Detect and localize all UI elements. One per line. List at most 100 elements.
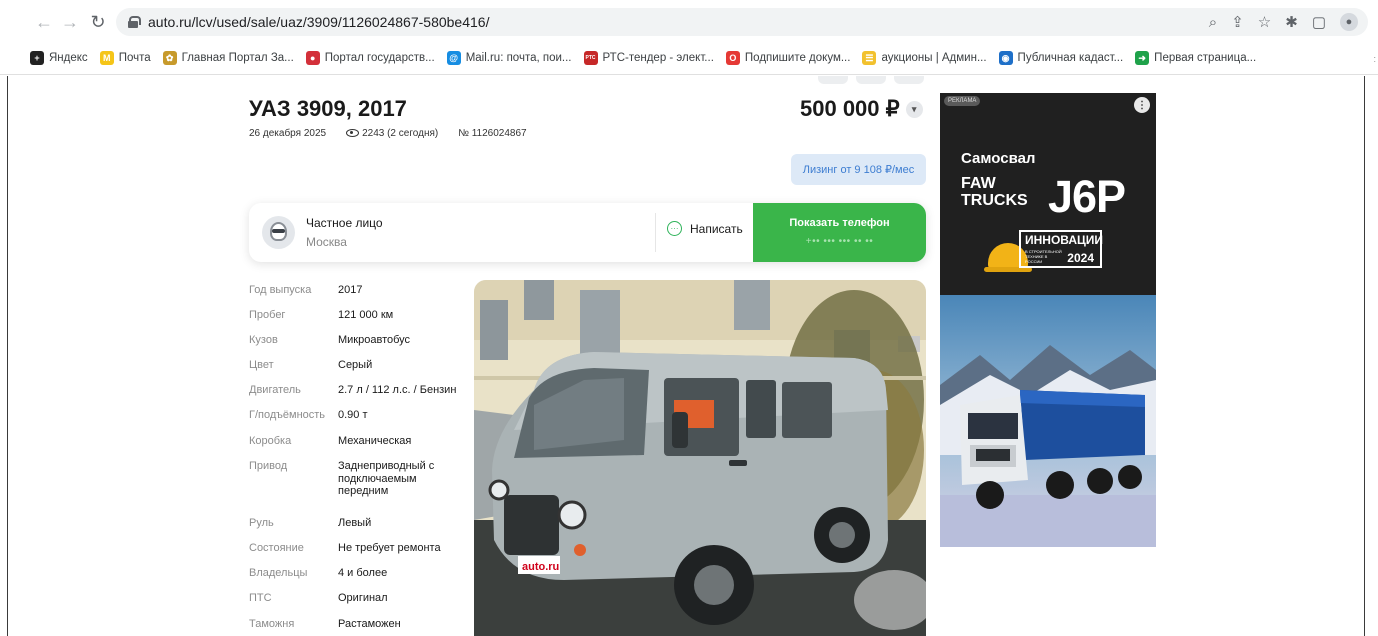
price-block[interactable]: 500 000 ₽ ▾	[800, 96, 923, 122]
more-options-icon[interactable]: ⋮	[1134, 97, 1150, 113]
viewport-frame-right	[1364, 76, 1365, 636]
spec-value: Оригинал	[338, 592, 388, 604]
spec-key: Коробка	[249, 435, 292, 447]
bookmark-label: Mail.ru: почта, пои...	[465, 52, 572, 64]
write-label: Написать	[690, 221, 743, 236]
ad-badge: РЕКЛАМА	[944, 96, 981, 106]
ad-innovation-box: ИННОВАЦИИ В СТРОИТЕЛЬНОЙ ТЕХНИКЕ В РОССИ…	[1019, 230, 1104, 268]
bookmark-item[interactable]: ◉ Публичная кадаст...	[998, 51, 1124, 65]
show-phone-label: Показать телефон	[789, 217, 890, 229]
gallery-nav-button[interactable]	[856, 76, 886, 84]
viewport-frame-left	[7, 76, 8, 636]
spec-key: Привод	[249, 460, 288, 472]
ad-model: J6P	[1048, 171, 1126, 222]
reload-icon[interactable]: ↻	[84, 8, 112, 36]
listing-title: УАЗ 3909, 2017	[249, 96, 407, 121]
ad-year: 2024	[1067, 251, 1094, 265]
car-photo-illustration: auto.ru	[474, 280, 926, 636]
bookmark-item[interactable]: ☰ аукционы | Админ...	[862, 51, 987, 65]
listing-date: 26 декабря 2025	[249, 128, 327, 139]
show-phone-button[interactable]: Показать телефон +•• ••• ••• •• ••	[753, 203, 926, 262]
views-counter: 2243 (2 сегодня)	[346, 128, 438, 139]
forward-icon[interactable]: →	[56, 8, 84, 36]
bookmark-favicon-icon: ●	[305, 51, 320, 65]
side-panel-icon[interactable]: ▢	[1312, 13, 1326, 31]
spec-value: 2.7 л / 112 л.с. / Бензин	[338, 384, 457, 396]
bookmark-favicon-icon: ✿	[162, 51, 177, 65]
browser-chrome: ← → ↻ auto.ru/lcv/used/sale/uaz/3909/112…	[0, 0, 1378, 75]
gallery-nav-button[interactable]	[818, 76, 848, 84]
spec-value: Серый	[338, 359, 373, 371]
spec-value: Растаможен	[338, 618, 401, 630]
zoom-icon[interactable]: ⌕	[1209, 14, 1217, 31]
bookmark-favicon-icon: O	[725, 51, 740, 65]
bookmark-favicon-icon: @	[446, 51, 461, 65]
ad-brand: FAW TRUCKS	[961, 175, 1028, 209]
write-message-button[interactable]: ··· Написать	[667, 221, 743, 236]
seller-avatar	[262, 216, 295, 249]
ad-truck-image	[940, 295, 1156, 547]
spec-value: 121 000 км	[338, 309, 394, 321]
address-row: ← → ↻ auto.ru/lcv/used/sale/uaz/3909/112…	[0, 0, 1378, 43]
gallery-nav-button[interactable]	[894, 76, 924, 84]
address-bar[interactable]: auto.ru/lcv/used/sale/uaz/3909/112602486…	[116, 8, 1368, 36]
leasing-button[interactable]: Лизинг от 9 108 ₽/мес	[791, 154, 926, 185]
bookmark-item[interactable]: ● Портал государств...	[305, 51, 435, 65]
spec-value: Микроавтобус	[338, 334, 411, 346]
bookmark-label: Почта	[118, 52, 151, 64]
license-plate-text: auto.ru	[522, 561, 559, 573]
bookmarks-overflow-icon[interactable]: :	[1373, 54, 1376, 64]
car-photo[interactable]: auto.ru	[474, 280, 926, 636]
spec-value: Механическая	[338, 435, 412, 447]
bookmark-item[interactable]: O Подпишите докум...	[725, 51, 851, 65]
bookmark-item[interactable]: ✿ Главная Портал За...	[162, 51, 294, 65]
bookmark-label: Главная Портал За...	[181, 52, 294, 64]
bookmark-item[interactable]: @ Mail.ru: почта, пои...	[446, 51, 572, 65]
url-text[interactable]: auto.ru/lcv/used/sale/uaz/3909/112602486…	[148, 14, 489, 30]
price-value: 500 000 ₽	[800, 96, 900, 121]
bookmark-star-icon[interactable]: ☆	[1258, 13, 1271, 31]
bookmark-favicon-icon: ➜	[1135, 51, 1150, 65]
seller-type: Частное лицо	[306, 216, 383, 230]
spec-key: Таможня	[249, 618, 295, 630]
omnibox-actions: ⌕ ⇪ ☆ ✱ ▢ ●	[1209, 8, 1358, 36]
seller-card: Частное лицо Москва ··· Написать Показат…	[249, 203, 926, 262]
bookmark-item[interactable]: РТС РТС-тендер - элект...	[583, 51, 714, 65]
ad-brand-line1: FAW	[961, 175, 996, 192]
phone-mask: +•• ••• ••• •• ••	[805, 236, 874, 247]
bookmark-label: аукционы | Админ...	[881, 52, 987, 64]
bookmark-favicon-icon: ☰	[862, 51, 877, 65]
bookmark-item[interactable]: + Яндекс	[30, 51, 88, 65]
bookmark-label: Первая страница...	[1154, 52, 1257, 64]
advertisement-banner[interactable]: РЕКЛАМА ⋮ Самосвал FAW TRUCKS J6P ИННОВА…	[940, 93, 1156, 547]
bookmark-item[interactable]: M Почта	[99, 51, 151, 65]
ad-innovation-subtitle: В СТРОИТЕЛЬНОЙ ТЕХНИКЕ В РОССИИ	[1025, 249, 1062, 264]
bookmark-label: Подпишите докум...	[744, 52, 851, 64]
bookmark-item[interactable]: ➜ Первая страница...	[1135, 51, 1256, 65]
views-text: 2243 (2 сегодня)	[362, 128, 439, 139]
bookmarks-bar: + Яндекс M Почта ✿ Главная Портал За... ● Порта…	[0, 46, 1268, 70]
profile-avatar-icon[interactable]: ●	[1340, 13, 1358, 31]
spec-key: Кузов	[249, 334, 278, 346]
bookmark-label: Публичная кадаст...	[1017, 52, 1124, 64]
ad-headline: Самосвал	[961, 150, 1036, 167]
extensions-icon[interactable]: ✱	[1285, 13, 1298, 31]
share-icon[interactable]: ⇪	[1231, 13, 1244, 31]
eye-icon	[346, 129, 360, 138]
spec-key: Двигатель	[249, 384, 301, 396]
spec-key: Цвет	[249, 359, 274, 371]
ad-innovation-title: ИННОВАЦИИ	[1025, 233, 1104, 247]
chat-icon: ···	[667, 221, 682, 236]
spec-key: Состояние	[249, 542, 304, 554]
lock-icon	[128, 16, 141, 28]
spec-value: Заднеприводный с подключаемым передним	[338, 460, 435, 497]
bookmark-label: РТС-тендер - элект...	[602, 52, 714, 64]
divider	[655, 213, 656, 252]
ad-top: РЕКЛАМА ⋮ Самосвал FAW TRUCKS J6P ИННОВА…	[940, 93, 1156, 295]
spec-key: Владельцы	[249, 567, 308, 579]
chevron-down-icon[interactable]: ▾	[905, 100, 923, 118]
bookmark-favicon-icon: ◉	[998, 51, 1013, 65]
listing-number: № 1126024867	[458, 128, 527, 139]
back-icon[interactable]: ←	[30, 8, 58, 36]
spec-key: Год выпуска	[249, 284, 312, 296]
